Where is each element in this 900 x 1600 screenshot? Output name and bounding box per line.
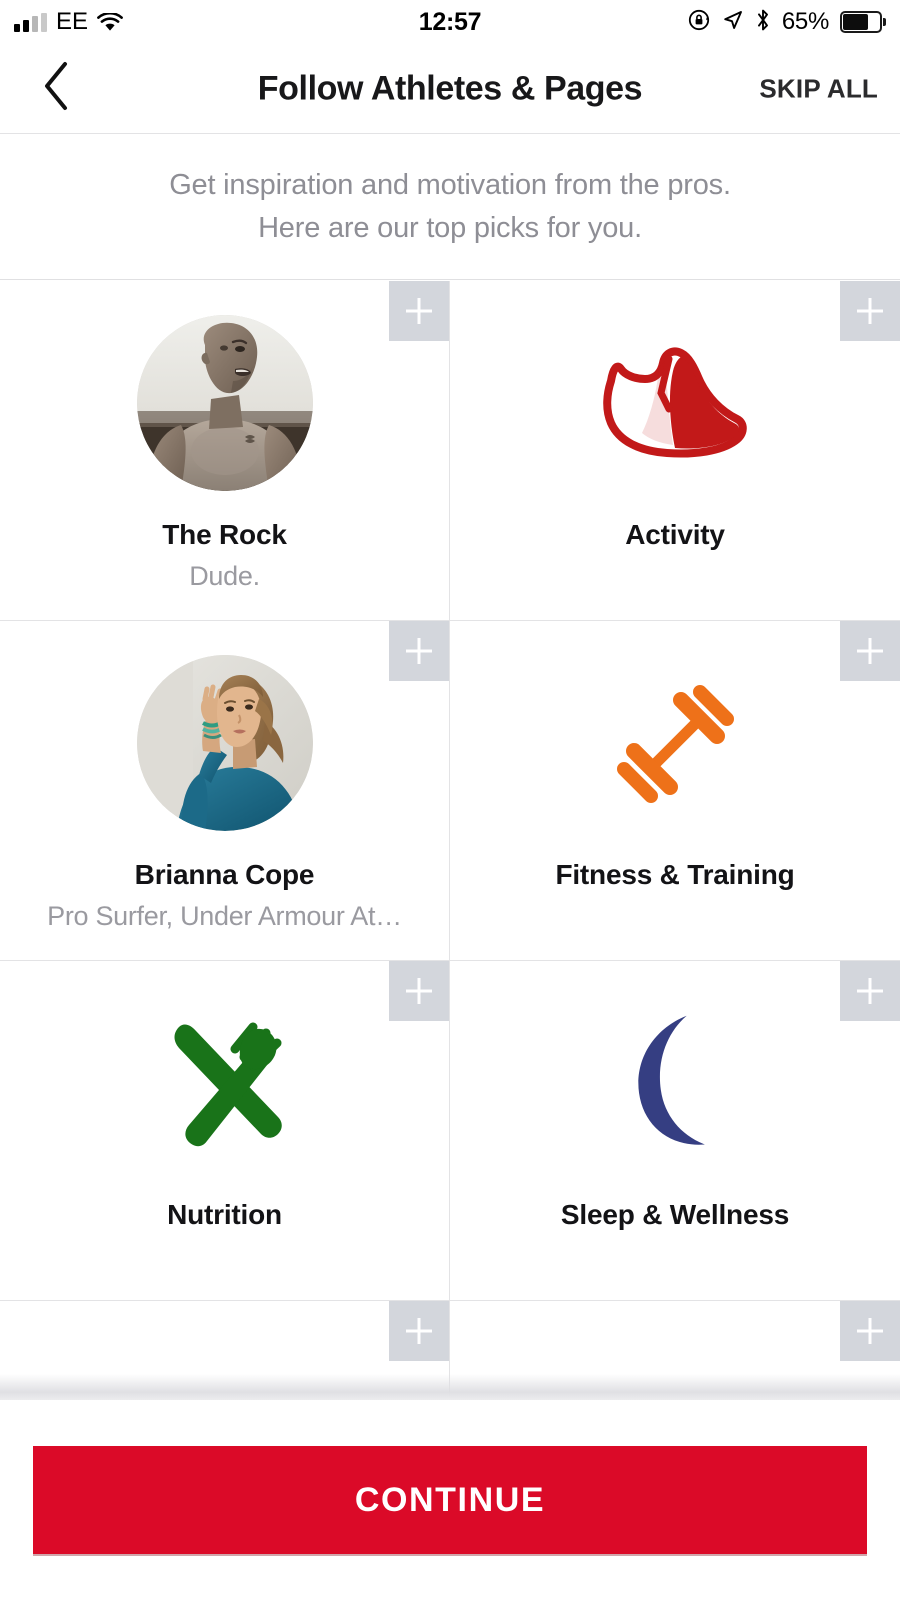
intro-line-2: Here are our top picks for you. <box>258 207 642 249</box>
follow-card-nutrition[interactable]: Nutrition <box>0 961 449 1301</box>
running-shoe-icon <box>587 315 763 491</box>
plus-icon <box>853 294 887 328</box>
follow-card-sleep-wellness[interactable]: Sleep & Wellness <box>450 961 900 1301</box>
intro-line-1: Get inspiration and motivation from the … <box>169 164 731 206</box>
add-follow-button[interactable] <box>840 281 900 341</box>
card-title: The Rock <box>162 519 286 551</box>
plus-icon <box>402 974 436 1008</box>
add-follow-button[interactable] <box>389 281 449 341</box>
yellow-shape-icon <box>137 1353 313 1400</box>
card-media <box>137 995 313 1171</box>
add-follow-button[interactable] <box>389 961 449 1021</box>
card-media <box>137 655 313 831</box>
portrait-photo-the-rock <box>137 315 313 491</box>
plus-icon <box>853 634 887 668</box>
clock-label: 12:57 <box>419 8 481 37</box>
follow-card-fitness-training[interactable]: Fitness & Training <box>450 621 900 961</box>
status-bar: EE 12:57 <box>0 0 900 44</box>
grid-column-left: The Rock Dude. <box>0 281 449 1400</box>
avatar <box>137 315 313 491</box>
status-bar-right: 65% <box>687 0 886 44</box>
grid-column-right: Activity <box>450 281 900 1400</box>
plus-icon <box>853 1314 887 1348</box>
fork-and-knife-icon <box>137 995 313 1171</box>
add-follow-button[interactable] <box>389 1301 449 1361</box>
navigation-bar: Follow Athletes & Pages SKIP ALL <box>0 44 900 134</box>
card-title: Brianna Cope <box>135 859 315 891</box>
card-media <box>587 655 763 831</box>
red-shape-icon <box>587 1353 763 1400</box>
bottom-bar: CONTINUE <box>0 1400 900 1600</box>
follow-grid: The Rock Dude. <box>0 281 900 1400</box>
location-arrow-icon <box>722 9 744 36</box>
card-title: Nutrition <box>167 1199 282 1231</box>
card-media <box>137 1353 313 1400</box>
add-follow-button[interactable] <box>840 1301 900 1361</box>
intro-section: Get inspiration and motivation from the … <box>0 134 900 280</box>
follow-card-brianna-cope[interactable]: Brianna Cope Pro Surfer, Under Armour At… <box>0 621 449 961</box>
card-subtitle: Dude. <box>189 561 260 592</box>
crescent-moon-icon <box>587 995 763 1171</box>
add-follow-button[interactable] <box>389 621 449 681</box>
card-title: Sleep & Wellness <box>561 1199 789 1231</box>
battery-percent-label: 65% <box>782 8 829 36</box>
plus-icon <box>402 1314 436 1348</box>
follow-card-partial-red[interactable] <box>450 1301 900 1400</box>
follow-card-activity[interactable]: Activity <box>450 281 900 621</box>
card-subtitle: Pro Surfer, Under Armour At… <box>47 901 402 932</box>
follow-grid-scroll[interactable]: The Rock Dude. <box>0 281 900 1400</box>
rotation-lock-icon <box>687 8 711 37</box>
plus-icon <box>402 634 436 668</box>
portrait-photo-brianna-cope <box>137 655 313 831</box>
dumbbell-icon <box>587 655 763 831</box>
plus-icon <box>853 974 887 1008</box>
plus-icon <box>402 294 436 328</box>
continue-button[interactable]: CONTINUE <box>33 1446 867 1554</box>
add-follow-button[interactable] <box>840 621 900 681</box>
card-media <box>587 315 763 491</box>
card-media <box>587 1353 763 1400</box>
battery-icon <box>840 11 886 33</box>
continue-button-label: CONTINUE <box>355 1481 545 1520</box>
follow-card-the-rock[interactable]: The Rock Dude. <box>0 281 449 621</box>
card-media <box>137 315 313 491</box>
card-title: Activity <box>625 519 725 551</box>
card-media <box>587 995 763 1171</box>
add-follow-button[interactable] <box>840 961 900 1021</box>
follow-card-partial-yellow[interactable] <box>0 1301 449 1400</box>
avatar <box>137 655 313 831</box>
app-screen: EE 12:57 <box>0 0 900 1600</box>
skip-all-button[interactable]: SKIP ALL <box>759 73 878 104</box>
card-title: Fitness & Training <box>555 859 794 891</box>
bluetooth-icon <box>755 8 771 37</box>
